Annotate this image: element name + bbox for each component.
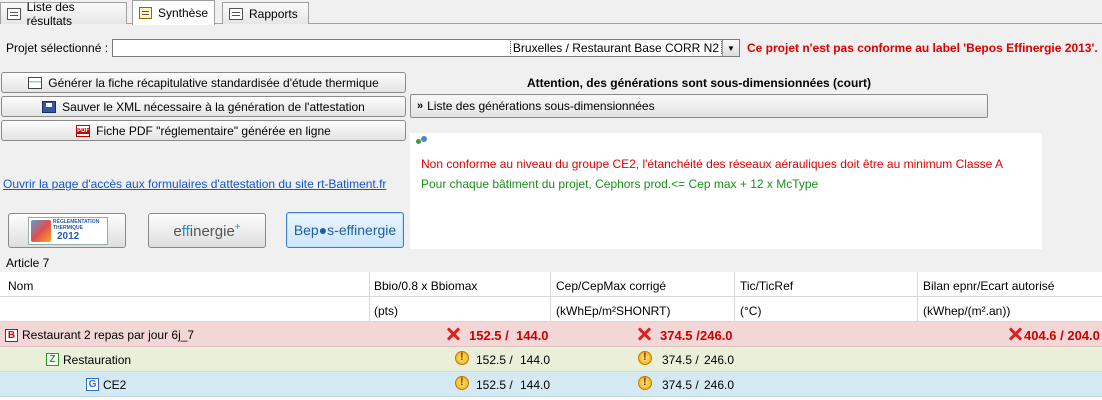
floppy-disk-icon [42, 100, 57, 113]
building-icon: B [5, 327, 18, 342]
rt2012-year: 2012 [57, 231, 80, 242]
bbio-value: 152.5 / [476, 353, 513, 367]
save-xml-label: Sauver le XML nécessaire à la génération… [62, 99, 365, 114]
tab-liste-resultats[interactable]: Liste des résultats [0, 0, 127, 28]
generate-sheet-button[interactable]: Générer la fiche récapitulative standard… [1, 72, 406, 93]
warning-icon [455, 351, 469, 368]
bbio-value: 152.5 / [476, 378, 513, 392]
zone-icon: Z [46, 351, 59, 366]
bbio-max: 144.0 [520, 378, 551, 392]
effinergie-plus: + [234, 221, 241, 233]
cep-value: 374.5 / [660, 328, 700, 343]
cep-max: 246.0 [704, 378, 735, 392]
effinergie-logo: effinergie+ [173, 222, 240, 240]
cep-value: 374.5 / [662, 378, 699, 392]
effinergie-highlight: ff [181, 222, 190, 240]
section-title: Article 7 [6, 256, 50, 270]
project-label: Projet sélectionné : [6, 41, 109, 55]
unit-cep: (kWhEp/m²SHONRT) [556, 304, 671, 318]
project-warning: Ce projet n'est pas conforme au label 'B… [747, 41, 1098, 55]
generations-list-button[interactable]: » Liste des générations sous-dimensionné… [410, 94, 988, 118]
group-icon: G [86, 376, 99, 391]
unit-bbio: (pts) [374, 304, 398, 318]
save-xml-button[interactable]: Sauver le XML nécessaire à la génération… [1, 96, 406, 117]
warning-icon [638, 351, 652, 368]
pdf-label: Fiche PDF "réglementaire" générée en lig… [96, 123, 331, 138]
report-icon [229, 7, 243, 20]
column-divider [734, 272, 735, 322]
message-cephors: Pour chaque bâtiment du projet, Cephors … [421, 177, 819, 191]
document-icon [28, 76, 43, 89]
unit-tic: (°C) [740, 304, 762, 318]
fail-icon [1008, 327, 1022, 344]
tab-label: Rapports [249, 6, 298, 21]
bbio-value: 152.5 / [469, 328, 509, 343]
project-select[interactable]: Bruxelles / Restaurant Base CORR N2 ▼ [112, 39, 740, 57]
column-divider [550, 272, 551, 322]
rt2012-logo-button[interactable]: RÉGLEMENTATION THERMIQUE 2012 [8, 213, 126, 248]
col-header-nom[interactable]: Nom [8, 279, 33, 293]
attestation-link[interactable]: Ouvrir la page d'accès aux formulaires d… [3, 177, 386, 191]
col-header-cep[interactable]: Cep/CepMax corrigé [556, 279, 666, 293]
chevron-down-icon[interactable]: ▼ [722, 40, 739, 56]
warning-icon [638, 376, 652, 393]
warning-icon [455, 376, 469, 393]
fail-icon [446, 327, 460, 344]
bilan-value: 404.6 / 204.0 [1024, 328, 1100, 343]
table-row-zone[interactable] [0, 347, 1102, 372]
double-chevron-icon: » [417, 100, 424, 112]
list-icon [7, 7, 21, 20]
people-icon [416, 136, 428, 146]
effinergie-rest: inergie [189, 222, 235, 240]
effinergie-prefix: e [173, 222, 182, 240]
synthesis-icon [139, 7, 152, 19]
cep-max: 246.0 [704, 353, 735, 367]
message-nonconform: Non conforme au niveau du groupe CE2, l'… [421, 157, 1003, 171]
generate-sheet-label: Générer la fiche récapitulative standard… [48, 75, 379, 90]
effinergie-logo-button[interactable]: effinergie+ [148, 213, 266, 248]
bbio-max: 144.0 [516, 328, 549, 343]
rt2012-logo: RÉGLEMENTATION THERMIQUE 2012 [28, 217, 108, 245]
fail-icon [637, 327, 651, 344]
pdf-icon [76, 124, 91, 137]
message-panel [410, 133, 1042, 249]
bepos-logo: Bep●s-effinergie [293, 222, 397, 238]
project-value: Bruxelles / Restaurant Base CORR N2 [509, 41, 722, 55]
rt2012-picture-icon [31, 220, 51, 242]
tab-label: Liste des résultats [26, 0, 75, 28]
bepos-logo-button[interactable]: Bep●s-effinergie [286, 212, 404, 248]
col-header-bilan[interactable]: Bilan epnr/Ecart autorisé [923, 279, 1054, 293]
tab-rapports[interactable]: Rapports [222, 2, 309, 24]
row-name: Restauration [63, 353, 132, 367]
cep-max: 246.0 [700, 328, 733, 343]
row-name: CE2 [103, 378, 127, 392]
bbio-max: 144.0 [520, 353, 551, 367]
generations-title: Attention, des générations sont sous-dim… [526, 76, 872, 90]
cep-value: 374.5 / [662, 353, 699, 367]
table-row-group[interactable] [0, 372, 1102, 397]
generations-list-label: Liste des générations sous-dimensionnées [427, 99, 655, 113]
column-divider [369, 272, 370, 322]
column-divider [917, 272, 918, 322]
row-name: Restaurant 2 repas par jour 6j_7 [22, 328, 195, 342]
pdf-button[interactable]: Fiche PDF "réglementaire" générée en lig… [1, 120, 406, 141]
col-header-tic[interactable]: Tic/TicRef [740, 279, 793, 293]
unit-bilan: (kWhep/(m².an)) [923, 304, 1011, 318]
tab-synthese[interactable]: Synthèse [132, 0, 215, 25]
col-header-bbio[interactable]: Bbio/0.8 x Bbiomax [374, 279, 477, 293]
tab-label: Synthèse [157, 6, 208, 20]
